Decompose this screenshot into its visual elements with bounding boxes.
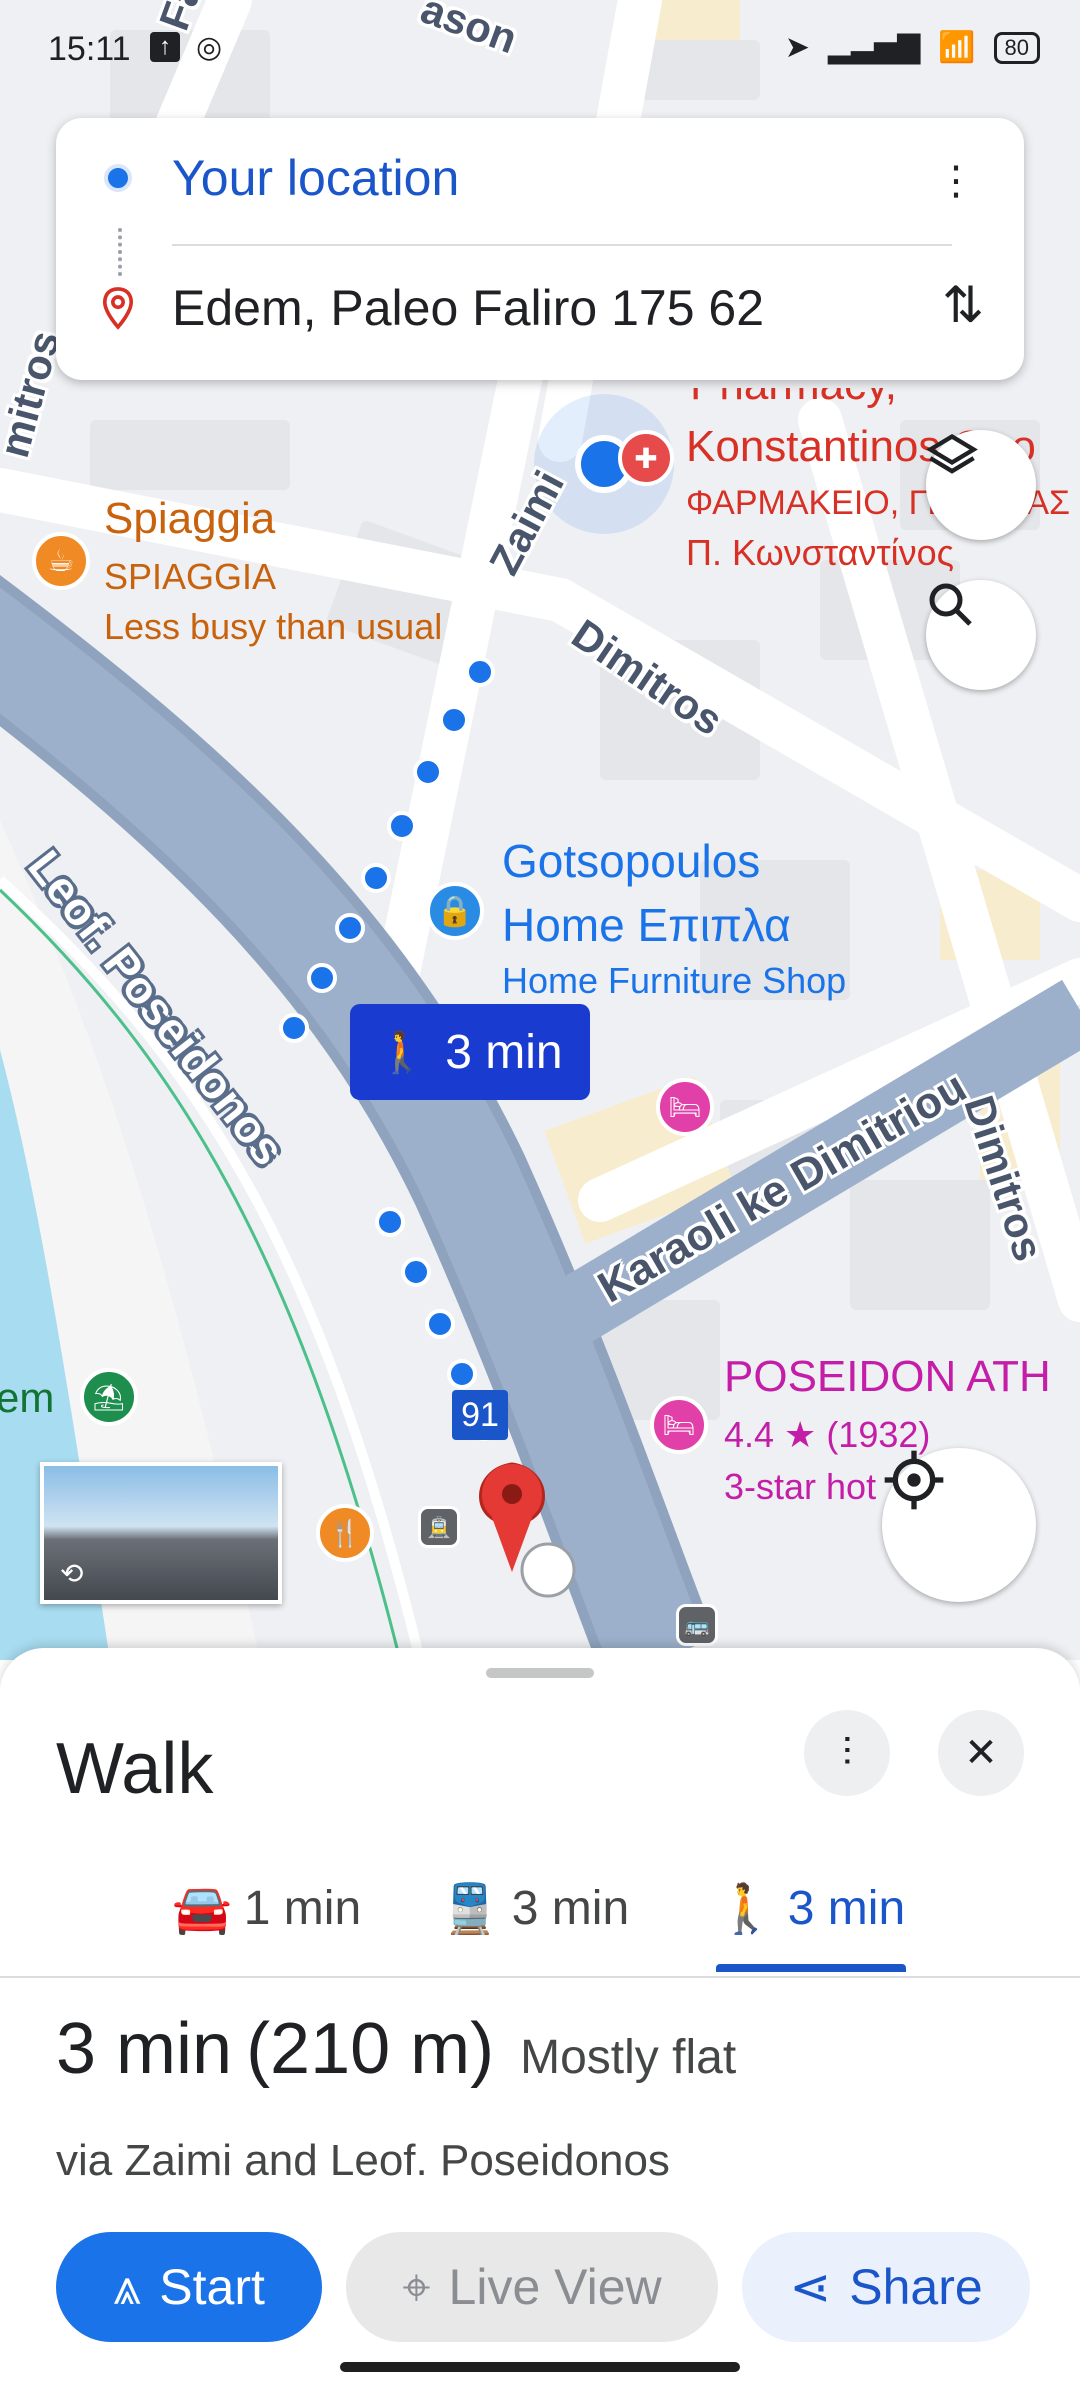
beach-umbrella-icon[interactable]: ⛱	[80, 1368, 138, 1426]
directions-sheet[interactable]: Walk ⫶ ✕ 🚘 1 min 🚆 3 min 🚶 3 min 3 min (…	[0, 1648, 1080, 2400]
close-button[interactable]: ✕	[938, 1710, 1024, 1796]
travel-mode-tabs: 🚘 1 min 🚆 3 min 🚶 3 min	[0, 1848, 1080, 1978]
live-view-icon: ⌖	[402, 2258, 431, 2315]
drag-handle[interactable]	[486, 1668, 594, 1678]
layers-button[interactable]	[926, 430, 1036, 540]
tab-transit-label: 3 min	[511, 1881, 630, 1935]
route-summary: 3 min (210 m) Mostly flat	[56, 2008, 736, 2090]
share-button[interactable]: ⋖ Share	[742, 2232, 1030, 2342]
live-view-button[interactable]: ⌖ Live View	[346, 2232, 718, 2342]
poi-pharmacy-line4: Π. Κωνσταντίνος	[686, 532, 955, 573]
tab-walk-label: 3 min	[787, 1881, 906, 1935]
status-bar: 15:11 ↑ ◎ ➤ ▂▃▅▇ 📶 80	[0, 0, 1080, 100]
poi-spiaggia-sub: SPIAGGIA	[104, 556, 277, 597]
signal-icon: ▂▃▅▇	[827, 31, 921, 64]
destination-field[interactable]: Edem, Paleo Faliro 175 62	[56, 248, 1024, 368]
poi-poseidon-name[interactable]: POSEIDON ATH	[724, 1352, 1051, 1402]
origin-dot-icon	[104, 164, 132, 192]
options-button[interactable]: ⫶	[804, 1710, 890, 1796]
my-location-button[interactable]	[882, 1448, 1036, 1602]
restaurant-icon[interactable]: 🍴	[316, 1504, 374, 1562]
tab-drive-label: 1 min	[243, 1881, 362, 1935]
field-divider	[172, 244, 952, 246]
sheet-title: Walk	[56, 1729, 214, 1809]
crosshair-icon	[884, 1450, 944, 1510]
route-search-card: Your location Edem, Paleo Faliro 175 62 …	[56, 118, 1024, 380]
tab-walk[interactable]: 🚶 3 min	[716, 1868, 905, 1948]
gesture-nav-bar[interactable]	[340, 2362, 740, 2372]
hotel-icon[interactable]: 🛏	[650, 1396, 708, 1454]
walk-badge-label: 3 min	[445, 1025, 563, 1079]
cafe-icon[interactable]: ☕	[32, 532, 90, 590]
rotate-360-icon: ⟲	[60, 1558, 84, 1589]
start-label: Start	[159, 2259, 265, 2315]
poi-spiaggia-name[interactable]: Spiaggia	[104, 494, 275, 544]
poi-gotsopoulos-line3: Home Furniture Shop	[502, 960, 847, 1001]
location-arrow-icon: ➤	[784, 31, 810, 64]
upload-icon: ↑	[150, 32, 180, 62]
swap-directions-icon[interactable]: ⇅	[942, 276, 984, 334]
more-options-icon[interactable]: ⋮	[936, 158, 976, 204]
poi-spiaggia-note: Less busy than usual	[104, 606, 443, 647]
poi-edem-partial[interactable]: em	[0, 1374, 54, 1422]
status-time: 15:11	[48, 30, 131, 68]
layers-icon	[926, 433, 978, 474]
tram-icon[interactable]: 🚊	[418, 1506, 460, 1548]
poi-gotsopoulos-line2: Home Επιπλα	[502, 899, 791, 951]
poi-poseidon-type: 3-star hot	[724, 1466, 877, 1507]
route-terrain: Mostly flat	[520, 2031, 737, 2084]
share-icon: ⋖	[789, 2259, 832, 2315]
app-notification-icon: ◎	[196, 31, 223, 64]
poi-gotsopoulos-line1[interactable]: Gotsopoulos	[502, 834, 760, 888]
street-view-thumbnail[interactable]: ⟲	[40, 1462, 282, 1604]
walk-icon: 🚶	[716, 1882, 776, 1936]
search-icon	[929, 583, 972, 626]
hotel-icon[interactable]: 🛏	[656, 1078, 714, 1136]
wifi-icon: 📶	[938, 31, 976, 64]
origin-field[interactable]: Your location	[56, 118, 1024, 238]
navigation-arrow-icon: ⩓	[113, 2258, 142, 2315]
origin-text: Your location	[172, 150, 460, 206]
shopping-bag-icon[interactable]: 🔒	[426, 882, 484, 940]
tab-drive[interactable]: 🚘 1 min	[172, 1868, 361, 1948]
bus-route-badge: 91	[452, 1390, 508, 1440]
route-via: via Zaimi and Leof. Poseidonos	[56, 2136, 670, 2185]
start-button[interactable]: ⩓ Start	[56, 2232, 322, 2342]
destination-pin-icon	[102, 287, 134, 330]
route-distance: (210 m)	[246, 2009, 495, 2089]
live-view-label: Live View	[448, 2259, 662, 2315]
tab-transit[interactable]: 🚆 3 min	[440, 1868, 629, 1948]
route-duration: 3 min	[56, 2009, 233, 2089]
bus-stop-icon[interactable]: 🚌	[676, 1604, 718, 1646]
search-button[interactable]	[926, 580, 1036, 690]
active-tab-indicator	[716, 1964, 906, 1972]
sliders-icon: ⫶	[842, 1730, 852, 1775]
car-icon: 🚘	[172, 1882, 232, 1936]
walk-duration-badge[interactable]: 🚶 3 min	[350, 1004, 590, 1100]
share-label: Share	[849, 2259, 983, 2315]
transit-icon: 🚆	[440, 1882, 500, 1936]
walk-icon: 🚶	[377, 1030, 428, 1075]
destination-text: Edem, Paleo Faliro 175 62	[172, 280, 765, 336]
pharmacy-icon[interactable]: ✚	[618, 430, 674, 486]
close-icon: ✕	[964, 1731, 998, 1775]
battery-indicator: 80	[993, 31, 1040, 64]
